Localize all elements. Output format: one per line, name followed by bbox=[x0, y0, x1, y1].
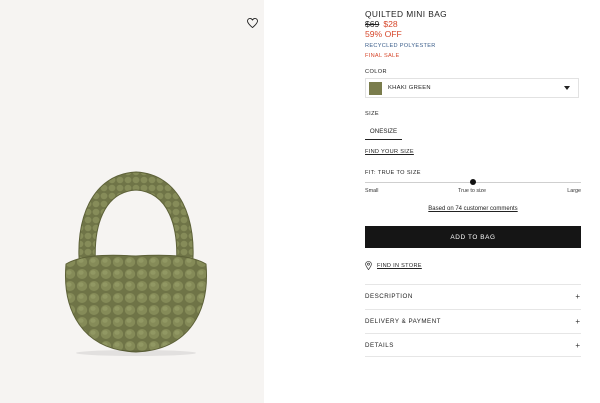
wishlist-button[interactable] bbox=[244, 15, 260, 31]
product-image-gallery bbox=[0, 0, 264, 403]
original-price: $69 bbox=[365, 19, 380, 29]
color-swatch bbox=[369, 81, 382, 95]
fit-scale-small: Small bbox=[365, 188, 379, 194]
fit-scale-large: Large bbox=[567, 188, 581, 194]
reviews-link[interactable]: Based on 74 customer comments bbox=[428, 206, 517, 212]
size-label: SIZE bbox=[365, 111, 380, 117]
chevron-down-icon bbox=[564, 86, 570, 90]
add-to-bag-button[interactable]: ADD TO BAG bbox=[365, 226, 581, 248]
accordion-title: DESCRIPTION bbox=[365, 293, 413, 300]
fit-label: FIT: TRUE TO SIZE bbox=[365, 170, 421, 176]
heart-icon bbox=[246, 18, 258, 28]
accordion-description[interactable]: DESCRIPTION + bbox=[365, 284, 581, 308]
color-label: COLOR bbox=[365, 69, 387, 75]
plus-icon: + bbox=[575, 317, 580, 326]
location-pin-icon bbox=[365, 261, 372, 270]
fit-scale-true: True to size bbox=[458, 188, 486, 194]
product-info-panel: QUILTED MINI BAG $69 $28 59% OFF RECYCLED… bbox=[365, 0, 581, 403]
accordion-title: DETAILS bbox=[365, 341, 394, 349]
sale-price: $28 bbox=[383, 19, 398, 29]
accordion-title: DELIVERY & PAYMENT bbox=[365, 318, 441, 325]
plus-icon: + bbox=[575, 340, 580, 350]
find-your-size-link[interactable]: FIND YOUR SIZE bbox=[365, 149, 414, 155]
find-in-store-link[interactable]: FIND IN STORE bbox=[377, 263, 422, 269]
plus-icon: + bbox=[575, 292, 580, 301]
size-option-onesize[interactable]: ONESIZE bbox=[365, 125, 402, 140]
fit-scale-marker bbox=[470, 179, 476, 185]
product-title: QUILTED MINI BAG bbox=[365, 9, 448, 19]
reviews-summary: Based on 74 customer comments bbox=[365, 206, 581, 212]
discount-label: 59% OFF bbox=[365, 29, 402, 39]
final-sale-label: FINAL SALE bbox=[365, 53, 400, 59]
price-row: $69 $28 bbox=[365, 19, 398, 29]
accordion-details[interactable]: DETAILS + bbox=[365, 333, 581, 357]
product-image bbox=[65, 171, 207, 356]
accordion-delivery-payment[interactable]: DELIVERY & PAYMENT + bbox=[365, 309, 581, 333]
find-in-store-row: FIND IN STORE bbox=[365, 261, 422, 270]
color-dropdown[interactable]: KHAKI GREEN bbox=[365, 78, 579, 98]
material-label: RECYCLED POLYESTER bbox=[365, 43, 436, 49]
color-value: KHAKI GREEN bbox=[388, 85, 431, 91]
